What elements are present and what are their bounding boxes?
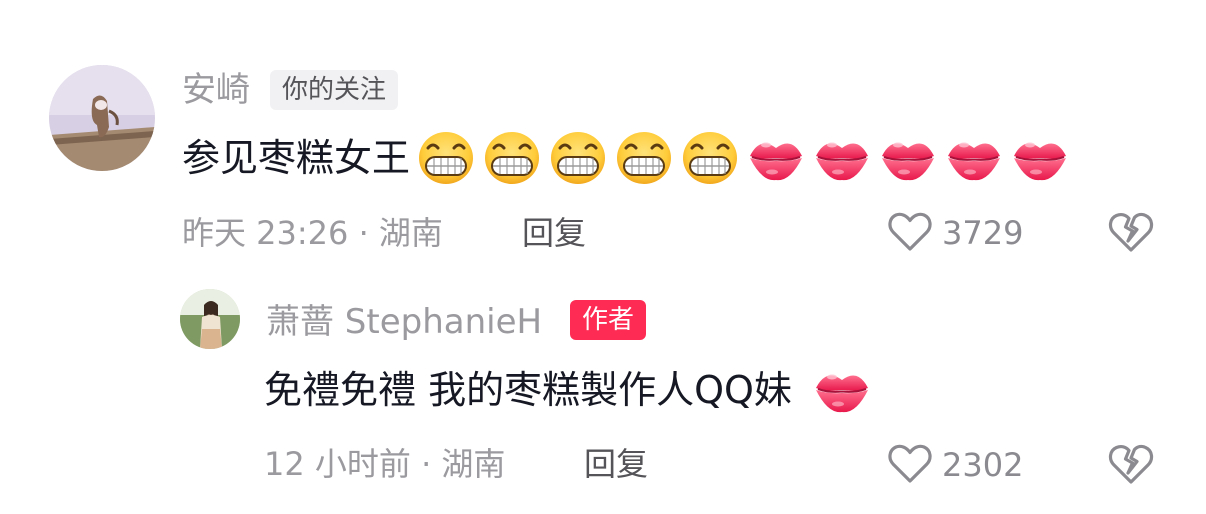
avatar[interactable]: [49, 65, 155, 171]
comment-text: 参见枣糕女王: [182, 130, 1070, 186]
reply-meta: 12 小时前 · 湖南: [264, 445, 506, 483]
kiss-lips-emoji: [944, 130, 1004, 186]
kiss-lips-emoji: [812, 130, 872, 186]
kiss-lips-emoji: [812, 362, 872, 418]
like-count: 3729: [942, 214, 1024, 252]
heart-outline-icon: [888, 442, 932, 488]
like-button[interactable]: 3729: [888, 210, 1023, 256]
emoji-row: [806, 362, 872, 418]
kiss-lips-emoji: [746, 130, 806, 186]
kiss-lips-emoji: [878, 130, 938, 186]
heart-outline-icon: [888, 210, 932, 256]
reply-text-content: 免禮免禮 我的枣糕製作人QQ妹: [264, 368, 792, 412]
grin-emoji: [680, 130, 740, 186]
like-button[interactable]: 2302: [888, 442, 1023, 488]
broken-heart-icon: [1108, 444, 1154, 490]
photo-avatar-icon: [180, 289, 240, 349]
grin-emoji: [548, 130, 608, 186]
dislike-button[interactable]: [1108, 210, 1154, 258]
reply-text: 免禮免禮 我的枣糕製作人QQ妹: [264, 362, 872, 418]
avatar[interactable]: [180, 289, 240, 349]
reply-button[interactable]: 回复: [584, 444, 648, 484]
dislike-button[interactable]: [1108, 442, 1154, 490]
reply-button[interactable]: 回复: [522, 213, 586, 253]
following-tag: 你的关注: [270, 70, 399, 110]
broken-heart-icon: [1108, 212, 1154, 258]
comment-text-content: 参见枣糕女王: [182, 136, 411, 180]
grin-emoji: [416, 130, 476, 186]
like-count: 2302: [942, 446, 1024, 484]
comment-username[interactable]: 安崎: [182, 70, 250, 110]
comment-meta: 昨天 23:26 · 湖南: [182, 214, 443, 252]
emoji-row: [410, 130, 1070, 186]
grin-emoji: [482, 130, 542, 186]
reply-username[interactable]: 萧蔷 StephanieH: [266, 302, 542, 342]
grin-emoji: [614, 130, 674, 186]
kiss-lips-emoji: [1010, 130, 1070, 186]
author-tag: 作者: [570, 300, 647, 340]
cartoon-avatar-icon: [49, 65, 155, 171]
